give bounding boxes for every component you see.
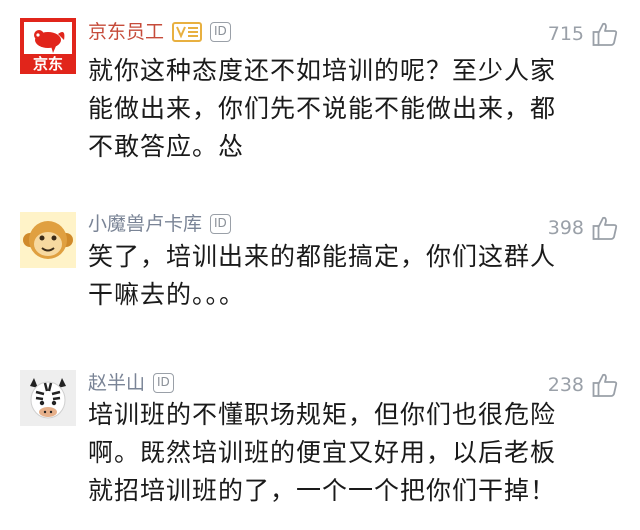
comment-text: 培训班的不懂职场规矩，但你们也很危险啊。既然培训班的便宜又好用，以后老板就招培训…: [88, 400, 557, 505]
thumbs-up-icon[interactable]: [592, 372, 618, 398]
comment-text: 笑了，培训出来的都能搞定，你们这群人干嘛去的。。。: [88, 242, 557, 309]
like-area[interactable]: 715: [548, 20, 618, 48]
avatar[interactable]: [20, 212, 76, 268]
monkey-face-icon: [20, 212, 76, 268]
zebra-face-icon: [20, 370, 76, 426]
comment-header: 京东员工 ID: [88, 18, 231, 46]
id-badge: ID: [153, 373, 174, 393]
verified-badge-icon: [172, 22, 203, 42]
username[interactable]: 小魔兽卢卡库: [88, 210, 202, 238]
thumbs-up-icon[interactable]: [592, 21, 618, 47]
like-count: 398: [547, 217, 584, 239]
comment-header: 赵半山 ID: [88, 369, 174, 397]
avatar[interactable]: [20, 370, 76, 426]
comment-text: 就你这种态度还不如培训的呢？至少人家能做出来，你们先不说能不能做出来，都不敢答应…: [88, 56, 557, 161]
id-badge: ID: [210, 22, 231, 42]
thumbs-up-icon[interactable]: [592, 215, 618, 241]
like-count: 715: [547, 23, 584, 45]
avatar-logo-text: 京东: [32, 55, 63, 73]
username[interactable]: 赵半山: [88, 369, 145, 397]
username[interactable]: 京东员工: [88, 18, 164, 46]
comment-header: 小魔兽卢卡库 ID: [88, 210, 231, 238]
like-area[interactable]: 238: [548, 371, 618, 399]
like-count: 238: [547, 374, 584, 396]
comment-list: 京东 京东员工 ID 715 就你这种态度还不如培训的呢？至少人家能做出来，你们…: [0, 0, 640, 530]
avatar[interactable]: 京东: [20, 18, 76, 74]
id-badge: ID: [210, 214, 231, 234]
